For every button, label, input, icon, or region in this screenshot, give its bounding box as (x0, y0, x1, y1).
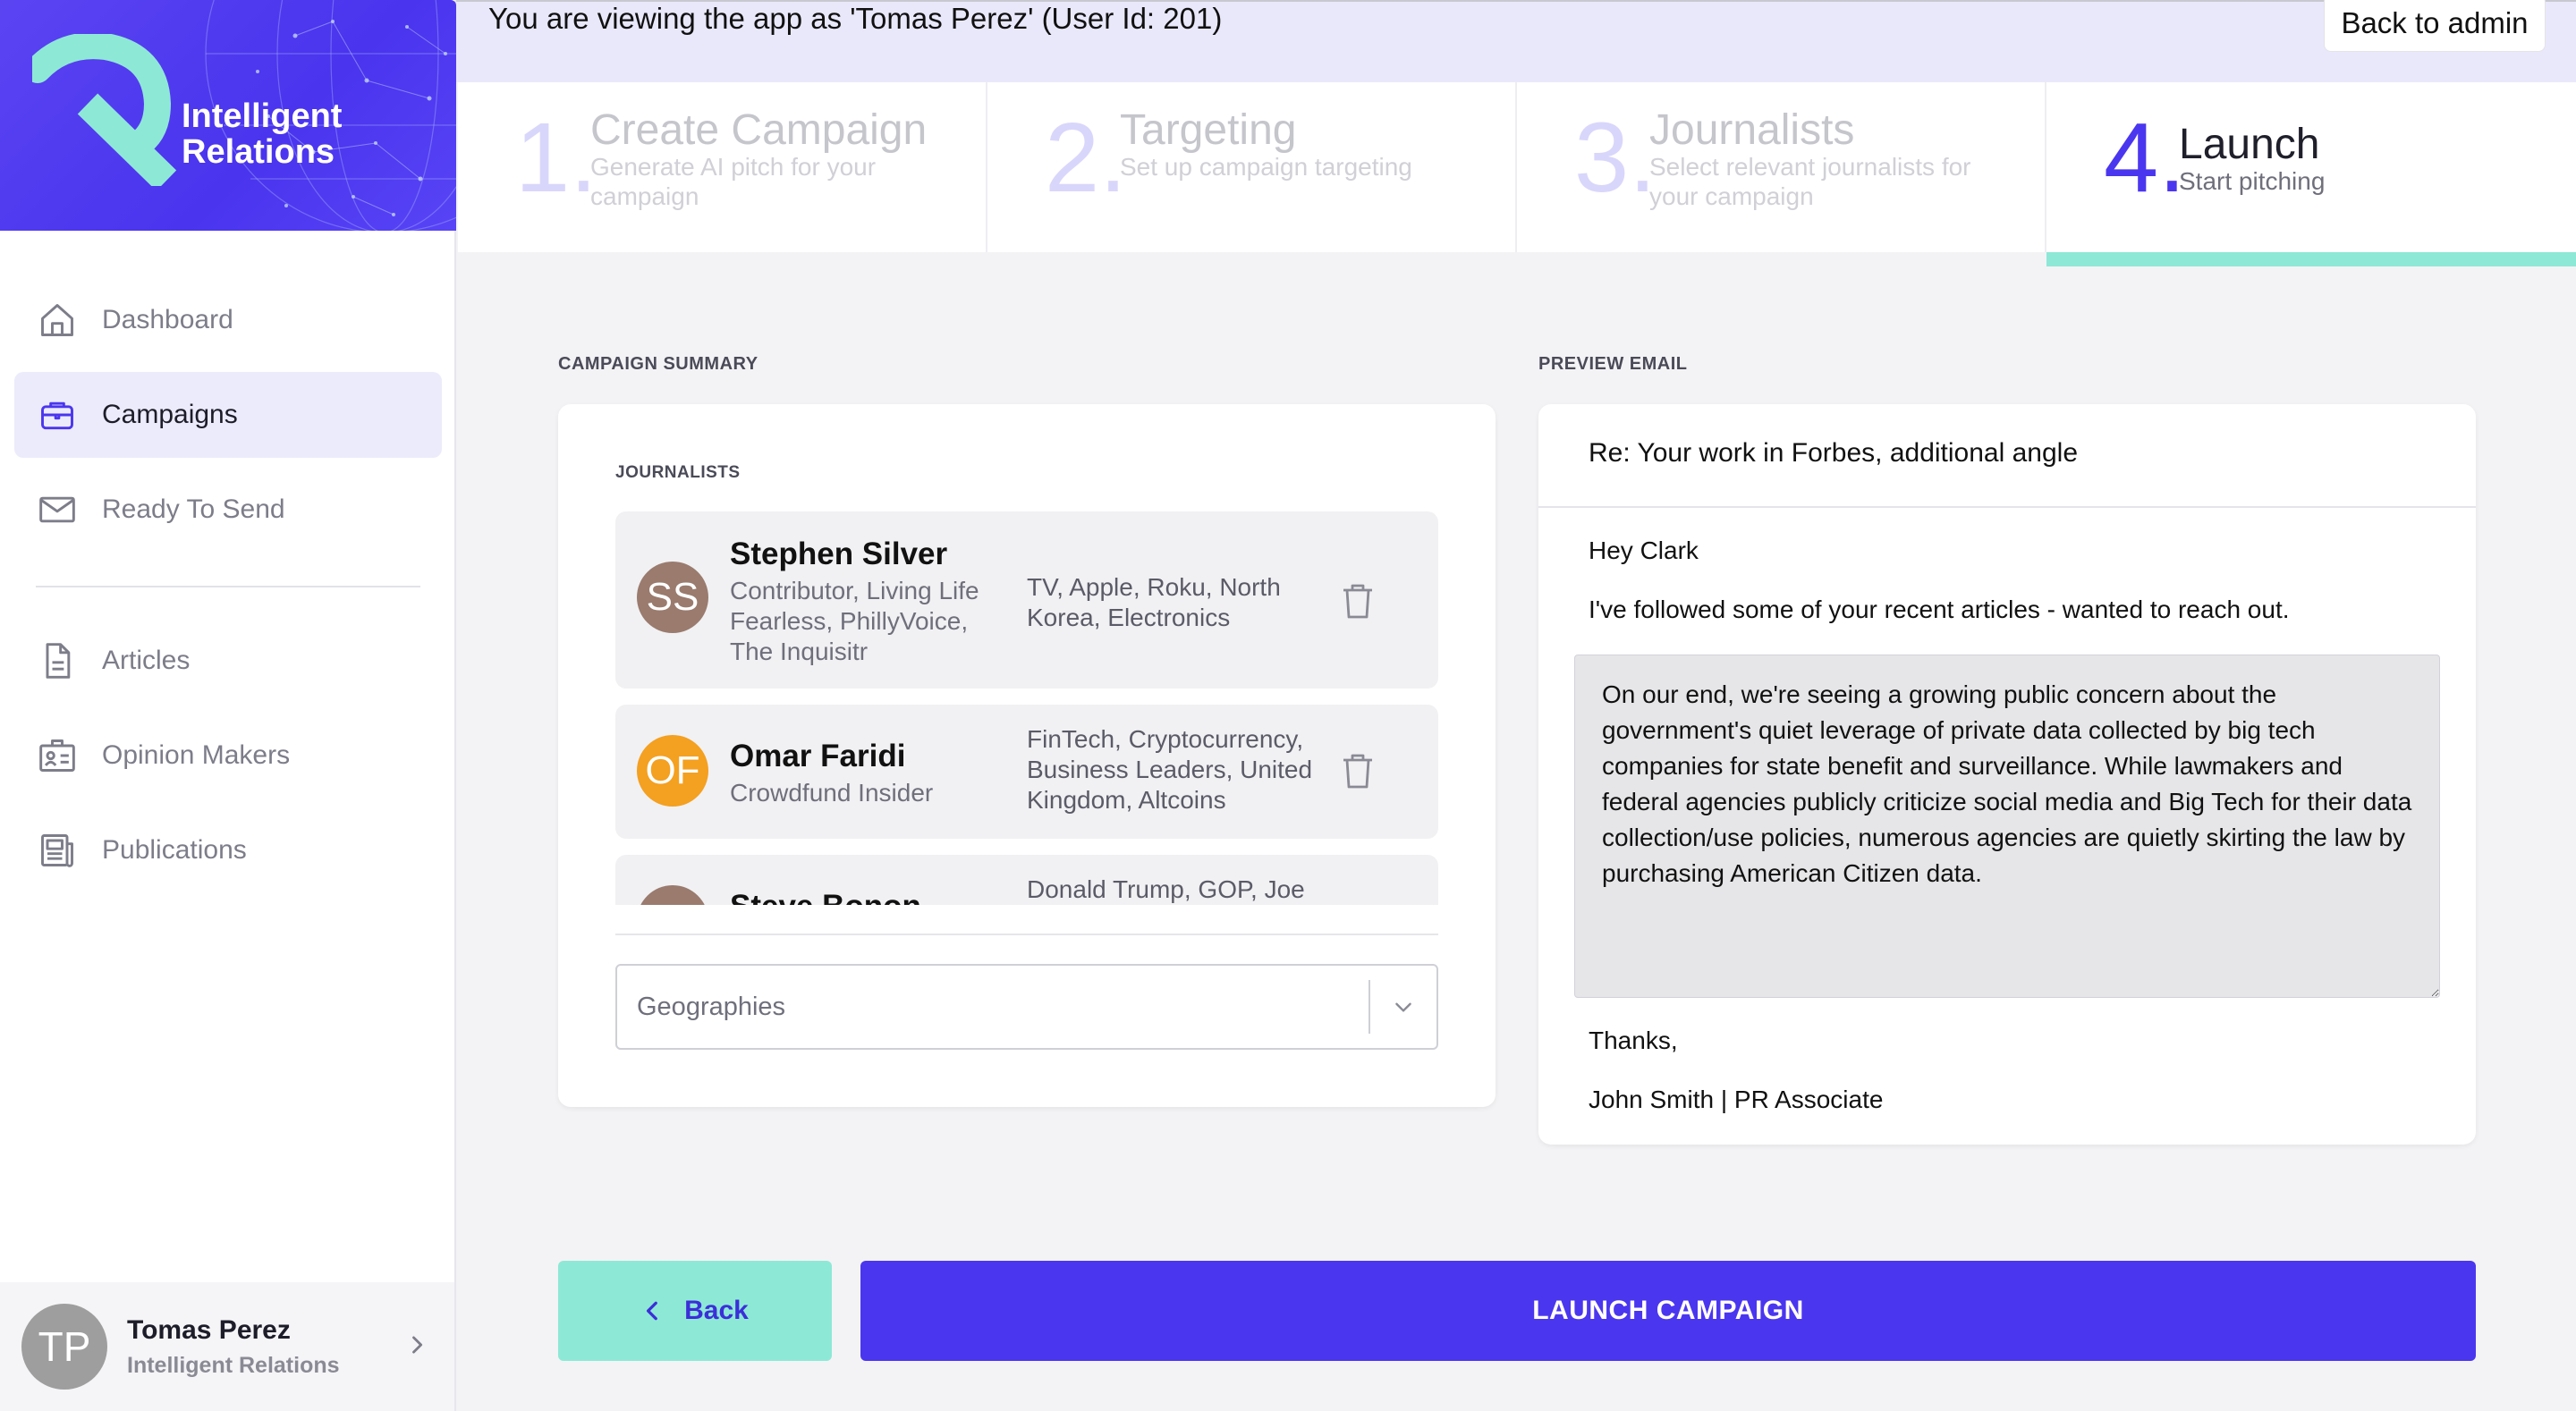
journalist-name: Steve Bonon (730, 889, 921, 905)
step-subtitle: Set up campaign targeting (1120, 153, 1412, 181)
step-title: Targeting (1120, 106, 1297, 154)
nav-label-opinion-makers: Opinion Makers (102, 740, 291, 770)
impersonation-banner: You are viewing the app as 'Tomas Perez'… (456, 0, 2576, 82)
geographies-select[interactable]: Geographies (615, 964, 1438, 1050)
user-profile[interactable]: TP Tomas Perez Intelligent Relations (0, 1282, 454, 1411)
step-title: Launch (2179, 121, 2320, 168)
sidebar: Intelligent Relations Dashboard Campaign… (0, 0, 456, 1411)
user-org: Intelligent Relations (127, 1352, 340, 1378)
email-intro: I've followed some of your recent articl… (1589, 596, 2290, 623)
back-button[interactable]: Back (558, 1261, 832, 1361)
step-number: 4. (2104, 103, 2186, 213)
step-number: 3. (1574, 103, 1657, 213)
step-launch[interactable]: 4. Launch Start pitching (2046, 82, 2576, 266)
journalist-org: Crowdfund Insider (730, 779, 934, 807)
briefcase-icon (41, 401, 73, 430)
step-title: Journalists (1649, 106, 1855, 154)
step-title: Create Campaign (590, 106, 928, 154)
mail-icon (39, 496, 75, 523)
list-divider (615, 934, 1438, 935)
step-targeting[interactable]: 2. Targeting Set up campaign targeting (987, 82, 1517, 252)
home-icon (41, 304, 73, 336)
journalist-topics: Donald Trump, GOP, Joe (1027, 875, 1305, 903)
trash-icon[interactable] (1336, 749, 1379, 792)
step-create-campaign[interactable]: 1. Create Campaign Generate AI pitch for… (458, 82, 987, 252)
geographies-placeholder: Geographies (637, 992, 786, 1021)
brand-header[interactable]: Intelligent Relations (0, 0, 456, 231)
campaign-stepper: 1. Create Campaign Generate AI pitch for… (458, 82, 2576, 266)
user-name: Tomas Perez (127, 1314, 291, 1345)
step-subtitle: Start pitching (2179, 167, 2326, 195)
journalist-topics: TV, Apple, Roku, North Korea, Electronic… (1027, 573, 1281, 631)
nav-label-campaigns: Campaigns (102, 400, 238, 429)
nav-label-articles: Articles (102, 646, 191, 675)
newspaper-icon (41, 834, 73, 867)
back-button-label: Back (684, 1296, 749, 1325)
journalist-name: Omar Faridi (730, 739, 906, 773)
back-to-admin-button[interactable]: Back to admin (2324, 0, 2546, 52)
journalist-avatar: OF (637, 735, 708, 807)
step-number: 1. (515, 103, 597, 213)
select-toggle[interactable] (1370, 964, 1436, 1050)
campaign-summary-card: JOURNALISTS SS Stephen Silver Contributo… (558, 404, 1496, 1107)
journalist-row: SS Stephen Silver Contributor, Living Li… (615, 511, 1438, 689)
nav-item-dashboard[interactable]: Dashboard (14, 277, 442, 363)
document-icon (46, 643, 71, 679)
avatar: TP (21, 1304, 107, 1390)
step-number: 2. (1045, 103, 1127, 213)
email-thanks: Thanks, (1589, 1027, 1678, 1054)
journalist-avatar: SS (637, 562, 708, 633)
banner-text: You are viewing the app as 'Tomas Perez'… (488, 2, 1223, 35)
step-subtitle: Generate AI pitch for your campaign (590, 153, 877, 210)
email-divider (1538, 506, 2476, 508)
preview-email-card: Re: Your work in Forbes, additional angl… (1538, 404, 2476, 1145)
journalist-row: SB Steve Bonon Donald Trump, GOP, Joe (615, 855, 1438, 905)
journalist-list[interactable]: SS Stephen Silver Contributor, Living Li… (615, 511, 1438, 905)
journalist-row: OF Omar Faridi Crowdfund Insider FinTech… (615, 705, 1438, 839)
email-body-textarea[interactable]: On our end, we're seeing a growing publi… (1574, 655, 2440, 998)
step-journalists[interactable]: 3. Journalists Select relevant journalis… (1517, 82, 2046, 252)
nav-item-publications[interactable]: Publications (14, 807, 442, 893)
nav-item-campaigns[interactable]: Campaigns (14, 372, 442, 458)
journalist-avatar: SB (637, 885, 708, 905)
journalist-org: Contributor, Living Life Fearless, Phill… (730, 577, 979, 665)
trash-icon[interactable] (1336, 579, 1379, 622)
chevron-down-icon (1395, 1002, 1411, 1012)
id-card-icon (39, 739, 75, 772)
main-nav: Dashboard Campaigns Ready To Send (14, 277, 442, 562)
email-greeting: Hey Clark (1589, 537, 1699, 564)
launch-campaign-button[interactable]: LAUNCH CAMPAIGN (860, 1261, 2476, 1361)
chevron-right-icon (412, 1336, 423, 1354)
nav-divider (36, 586, 420, 587)
nav-label-publications: Publications (102, 835, 247, 865)
email-subject: Re: Your work in Forbes, additional angl… (1589, 438, 2079, 468)
nav-item-opinion-makers[interactable]: Opinion Makers (14, 713, 442, 798)
preview-email-label: PREVIEW EMAIL (1538, 354, 1688, 374)
journalist-topics: FinTech, Cryptocurrency, Business Leader… (1027, 725, 1313, 814)
nav-item-articles[interactable]: Articles (14, 618, 442, 704)
journalists-label: JOURNALISTS (615, 463, 741, 482)
campaign-summary-label: CAMPAIGN SUMMARY (558, 354, 758, 374)
email-signature: John Smith | PR Associate (1589, 1086, 1884, 1113)
chevron-left-icon (647, 1301, 658, 1321)
journalist-name: Stephen Silver (730, 537, 948, 571)
brand-name: Intelligent Relations (182, 97, 343, 171)
logo-icon (32, 34, 177, 186)
nav-item-ready-to-send[interactable]: Ready To Send (14, 467, 442, 553)
nav-label-dashboard: Dashboard (102, 305, 233, 334)
nav-label-ready-to-send: Ready To Send (102, 494, 285, 524)
secondary-nav: Articles Opinion Makers Publications (14, 618, 442, 902)
step-subtitle: Select relevant journalists for your cam… (1649, 153, 1971, 210)
